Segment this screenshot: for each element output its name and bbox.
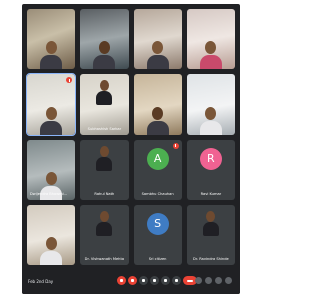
activities-icon[interactable] bbox=[225, 277, 232, 284]
mic-off-icon bbox=[172, 142, 179, 149]
participant-name: Subhashish Sarkar bbox=[87, 126, 122, 131]
participant-video bbox=[40, 105, 63, 135]
participant-tile[interactable]: R Ravi Kumar bbox=[186, 139, 235, 200]
participant-name: Rahul Nath bbox=[94, 191, 115, 196]
info-icon[interactable] bbox=[195, 277, 202, 284]
mic-off-icon bbox=[66, 77, 73, 84]
participant-video bbox=[199, 39, 222, 70]
participant-name: Sri citizen bbox=[148, 257, 167, 261]
participant-tile[interactable] bbox=[186, 74, 235, 135]
side-panel-icons bbox=[195, 276, 235, 286]
people-icon[interactable] bbox=[205, 277, 212, 284]
raise-hand-button[interactable] bbox=[150, 276, 159, 285]
participant-tile[interactable]: A Sambhu Chauhan bbox=[133, 139, 182, 200]
participant-tile[interactable]: Subhashish Sarkar bbox=[80, 74, 129, 135]
participant-name: Ravi Kumar bbox=[200, 191, 222, 196]
participant-video bbox=[202, 210, 220, 237]
participant-video bbox=[146, 39, 169, 70]
participant-tile[interactable]: Dr. Vishwanath Mehta bbox=[80, 204, 129, 265]
participant-avatar: A bbox=[146, 147, 169, 170]
participant-video bbox=[95, 210, 113, 237]
participant-name: Dr. Vishwanath Mehta bbox=[84, 257, 125, 261]
participant-tile[interactable]: S Sri citizen bbox=[133, 204, 182, 265]
participant-tile[interactable] bbox=[25, 73, 77, 136]
participant-tile[interactable] bbox=[80, 9, 129, 70]
participant-tile[interactable] bbox=[133, 74, 182, 135]
participant-name: Dwijendra Bhowmi... bbox=[30, 191, 68, 196]
participant-video bbox=[40, 235, 63, 265]
mic-toggle-button[interactable] bbox=[117, 276, 126, 285]
participant-grid: Subhashish Sarkar Dwijendra Bhowmi... Ra… bbox=[25, 9, 235, 265]
participant-video bbox=[95, 145, 113, 172]
present-button[interactable] bbox=[161, 276, 170, 285]
participant-video bbox=[199, 105, 222, 135]
participant-video bbox=[146, 105, 169, 135]
participant-tile[interactable] bbox=[133, 9, 182, 70]
participant-tile[interactable]: Rahul Nath bbox=[80, 139, 129, 200]
participant-video bbox=[40, 39, 63, 70]
chat-icon[interactable] bbox=[215, 277, 222, 284]
call-controls-bar: Feb 2nd Day bbox=[22, 267, 240, 294]
participant-tile[interactable] bbox=[27, 204, 76, 265]
participant-name: Sambhu Chauhan bbox=[141, 191, 174, 196]
participant-tile[interactable] bbox=[186, 9, 235, 70]
participant-avatar: R bbox=[199, 147, 222, 170]
participant-tile[interactable]: Dr. Ravindra Shinde bbox=[186, 204, 235, 265]
captions-button[interactable] bbox=[139, 276, 148, 285]
participant-tile[interactable]: Dwijendra Bhowmi... bbox=[27, 139, 76, 200]
more-options-button[interactable] bbox=[172, 276, 181, 285]
participant-video bbox=[93, 39, 116, 70]
participant-tile[interactable] bbox=[27, 9, 76, 70]
meeting-info: Feb 2nd Day bbox=[28, 279, 54, 284]
participant-video bbox=[95, 80, 113, 106]
participant-avatar: S bbox=[146, 212, 169, 235]
camera-toggle-button[interactable] bbox=[128, 276, 137, 285]
meeting-window: Subhashish Sarkar Dwijendra Bhowmi... Ra… bbox=[22, 4, 240, 294]
participant-name: Dr. Ravindra Shinde bbox=[193, 257, 229, 261]
